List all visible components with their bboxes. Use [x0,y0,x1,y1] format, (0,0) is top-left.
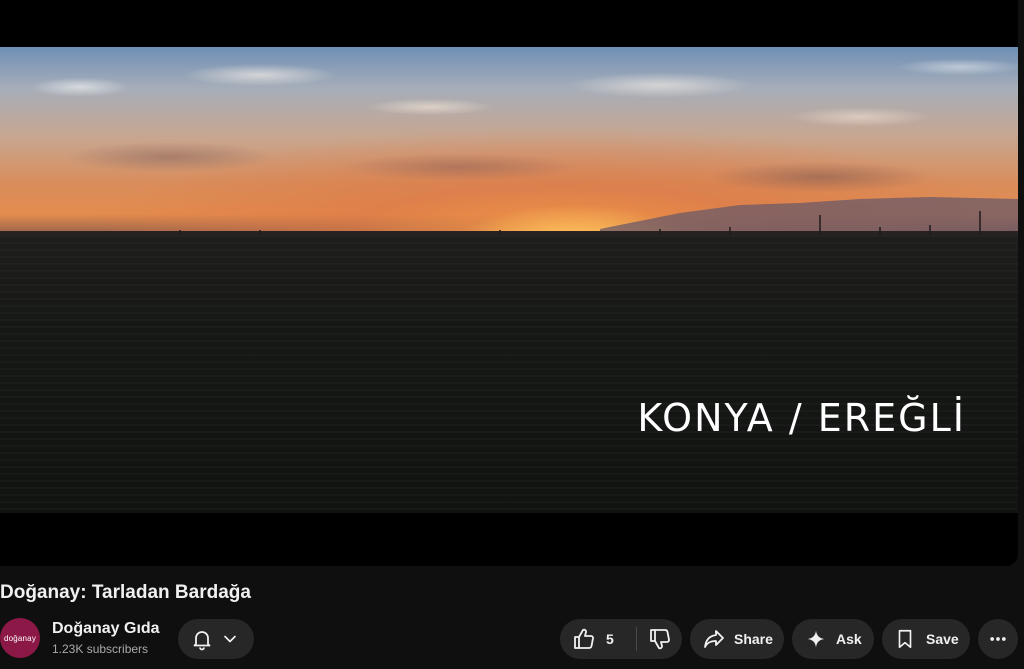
avatar-logo-text: doğanay [3,633,37,643]
ask-button[interactable]: Ask [792,619,874,659]
save-button[interactable]: Save [882,619,970,659]
share-arrow-icon [702,627,726,651]
sparkle-icon [806,629,826,649]
notification-button[interactable] [178,619,254,659]
crop-field [0,235,1018,513]
more-horizontal-icon [988,629,1008,649]
more-actions-button[interactable] [978,619,1018,659]
like-dislike-group: 5 [560,619,682,659]
ask-label: Ask [836,631,862,647]
like-button[interactable]: 5 [560,619,636,659]
save-label: Save [926,631,959,647]
channel-avatar[interactable]: doğanay [0,618,40,658]
watch-page: KONYA / EREĞLİ Doğanay: Tarladan Bardağa… [0,0,1024,669]
thumbs-up-icon [572,627,596,651]
video-frame[interactable] [0,47,1018,513]
video-player[interactable]: KONYA / EREĞLİ [0,0,1018,566]
channel-name[interactable]: Doğanay Gıda [52,620,160,638]
chevron-down-icon [220,629,240,649]
horizon-silhouette [0,197,1018,237]
like-count: 5 [606,631,614,647]
video-title: Doğanay: Tarladan Bardağa [0,582,251,603]
share-button[interactable]: Share [690,619,784,659]
bell-icon [190,627,214,651]
subscriber-count: 1.23K subscribers [52,642,149,656]
video-location-caption: KONYA / EREĞLİ [637,396,966,440]
share-label: Share [734,631,773,647]
bookmark-icon [894,628,916,650]
dislike-button[interactable] [637,619,682,659]
thumbs-down-icon [648,627,672,651]
channel-action-row: doğanay Doğanay Gıda 1.23K subscribers 5… [0,617,1024,661]
